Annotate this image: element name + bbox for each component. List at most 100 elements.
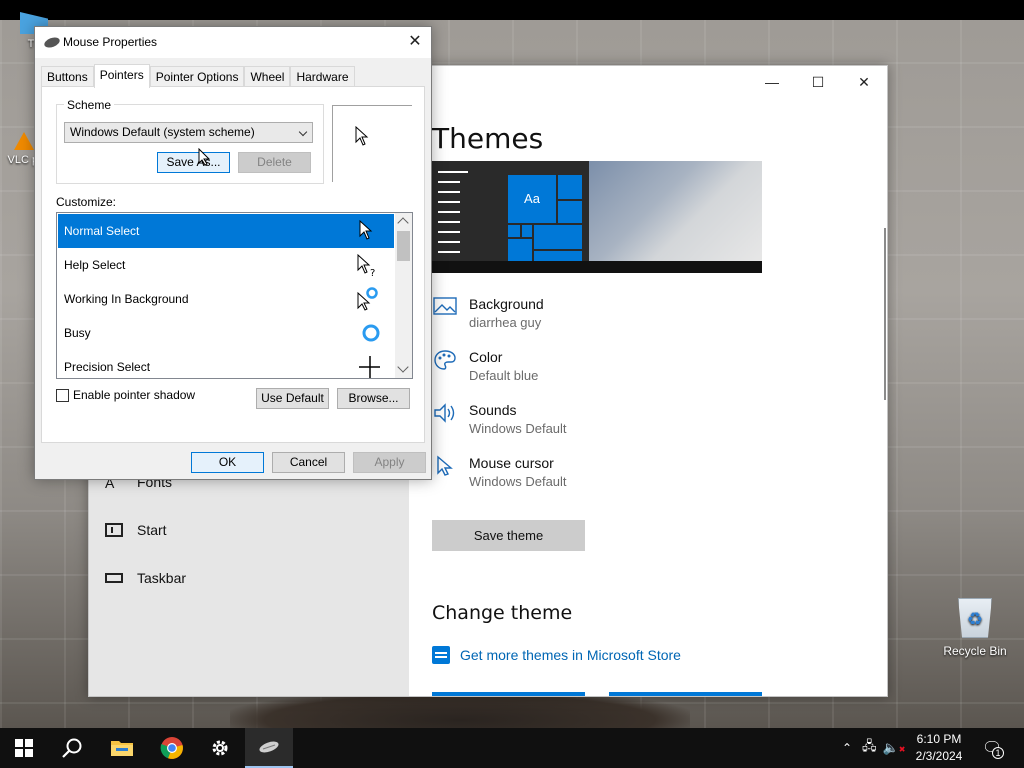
- taskbar-chrome[interactable]: [148, 728, 196, 768]
- file-explorer-icon: [111, 741, 133, 756]
- delete-button[interactable]: Delete: [238, 152, 311, 173]
- taskbar-clock[interactable]: 6:10 PM 2/3/2024: [906, 731, 972, 765]
- taskbar-mouse-properties[interactable]: [245, 728, 293, 768]
- notification-badge: 1: [992, 747, 1004, 759]
- theme-row-mouse-cursor[interactable]: Mouse cursor Windows Default: [432, 455, 567, 492]
- theme-row-color[interactable]: Color Default blue: [432, 349, 538, 386]
- help-cursor-icon: ?: [357, 253, 375, 277]
- mouse-pointer-icon: [198, 148, 210, 166]
- theme-row-background[interactable]: Background diarrhea guy: [432, 296, 544, 333]
- theme-row-title: Color: [469, 349, 503, 365]
- svg-text:?: ?: [370, 268, 375, 277]
- theme-row-value: Windows Default: [469, 474, 567, 489]
- save-as-button[interactable]: Save As...: [157, 152, 230, 173]
- preview-tile-aa: Aa: [508, 175, 556, 223]
- search-button[interactable]: [48, 728, 96, 768]
- sidebar-item-taskbar[interactable]: Taskbar: [105, 570, 186, 586]
- tab-pointer-options[interactable]: Pointer Options: [149, 66, 245, 87]
- dialog-tabs: Buttons Pointers Pointer Options Wheel H…: [41, 64, 355, 88]
- tab-wheel[interactable]: Wheel: [244, 66, 291, 87]
- theme-thumbnail-2[interactable]: [609, 692, 762, 696]
- pointer-list[interactable]: Normal Select Help Select ? Working In B…: [56, 212, 413, 379]
- taskbar-file-explorer[interactable]: [98, 728, 146, 768]
- browse-button[interactable]: Browse...: [337, 388, 410, 409]
- sidebar-item-label: Taskbar: [137, 570, 187, 586]
- list-item-help-select[interactable]: Help Select ?: [58, 248, 394, 282]
- scheme-value: Windows Default (system scheme): [70, 125, 255, 139]
- tab-buttons[interactable]: Buttons: [41, 66, 94, 87]
- taskbar-icon: [105, 573, 123, 583]
- store-link-label: Get more themes in Microsoft Store: [460, 647, 681, 663]
- sidebar-item-start[interactable]: Start: [105, 522, 167, 538]
- pointer-shadow-checkbox[interactable]: Enable pointer shadow: [56, 388, 195, 402]
- ok-button[interactable]: OK: [191, 452, 264, 473]
- list-item-normal-select[interactable]: Normal Select: [58, 214, 394, 248]
- notification-center[interactable]: 🗨1: [982, 728, 1004, 768]
- volume-muted-icon[interactable]: 🔈✖: [883, 740, 906, 756]
- list-item-working-in-background[interactable]: Working In Background: [58, 282, 394, 316]
- busy-cursor-icon: [362, 324, 380, 342]
- theme-row-value: Default blue: [469, 368, 539, 383]
- preview-menu-lines: [438, 171, 468, 261]
- theme-preview: Aa: [432, 161, 762, 273]
- arrow-cursor-icon: [359, 219, 373, 240]
- use-default-button[interactable]: Use Default: [256, 388, 329, 409]
- clock-date: 2/3/2024: [915, 749, 963, 763]
- dialog-title: Mouse Properties: [63, 35, 158, 49]
- dialog-titlebar[interactable]: Mouse Properties ✕: [35, 27, 431, 58]
- mouse-icon: [42, 35, 62, 50]
- list-item-busy[interactable]: Busy: [58, 316, 394, 350]
- cancel-button[interactable]: Cancel: [272, 452, 345, 473]
- store-bag-icon: [432, 646, 450, 664]
- close-button[interactable]: ✕: [841, 66, 887, 98]
- scroll-up-icon[interactable]: [397, 217, 409, 229]
- list-item-precision-select[interactable]: Precision Select: [58, 350, 394, 378]
- preview-background-photo: [589, 161, 762, 261]
- theme-row-title: Background: [469, 296, 544, 312]
- close-icon[interactable]: ✕: [399, 27, 431, 58]
- checkbox-box[interactable]: [56, 388, 69, 402]
- save-theme-button[interactable]: Save theme: [432, 520, 585, 551]
- pointer-preview: [332, 105, 412, 182]
- clock-time: 6:10 PM: [916, 732, 962, 746]
- screen-top-bar: [0, 0, 1024, 20]
- arrow-cursor-icon: [355, 126, 369, 146]
- settings-icon: [212, 740, 228, 756]
- tab-hardware[interactable]: Hardware: [290, 66, 355, 87]
- notification-icon: 🗨1: [982, 738, 1004, 759]
- pointer-label: Precision Select: [64, 360, 151, 374]
- tab-pointers[interactable]: Pointers: [93, 64, 150, 88]
- change-theme-heading: Change theme: [432, 602, 573, 624]
- scroll-down-icon[interactable]: [397, 361, 409, 373]
- chevron-up-icon[interactable]: ⌃: [840, 741, 854, 755]
- theme-row-title: Sounds: [469, 402, 517, 418]
- customize-label: Customize:: [56, 195, 117, 209]
- apply-button[interactable]: Apply: [353, 452, 426, 473]
- scheme-label: Scheme: [64, 98, 115, 112]
- start-icon: [105, 523, 123, 537]
- scrollbar-thumb[interactable]: [397, 231, 410, 261]
- list-scrollbar[interactable]: [395, 213, 412, 378]
- theme-row-value: Windows Default: [469, 421, 567, 436]
- checkbox-label: Enable pointer shadow: [73, 388, 196, 402]
- mouse-icon: [259, 741, 279, 753]
- network-icon[interactable]: 🖧: [862, 737, 877, 759]
- store-link[interactable]: Get more themes in Microsoft Store: [432, 646, 681, 664]
- taskbar-settings[interactable]: [196, 728, 244, 768]
- pointer-label: Working In Background: [64, 292, 189, 306]
- minimize-button[interactable]: —: [749, 66, 795, 98]
- taskbar: ⌃ 🖧 🔈✖ 6:10 PM 2/3/2024 🗨1: [0, 728, 1024, 768]
- start-button[interactable]: [0, 728, 48, 768]
- maximize-button[interactable]: ☐: [795, 66, 841, 98]
- settings-scrollbar[interactable]: [884, 228, 886, 400]
- preview-tiles: Aa: [508, 175, 582, 261]
- theme-row-title: Mouse cursor: [469, 455, 554, 471]
- theme-thumbnail-1[interactable]: [432, 692, 585, 696]
- desktop-icon-recycle-bin[interactable]: Recycle Bin: [938, 598, 1012, 658]
- theme-row-sounds[interactable]: Sounds Windows Default: [432, 402, 567, 439]
- scheme-dropdown[interactable]: Windows Default (system scheme): [64, 122, 313, 143]
- cursor-icon: [432, 455, 458, 479]
- theme-row-value: diarrhea guy: [469, 315, 542, 330]
- sidebar-item-label: Start: [137, 522, 167, 538]
- chevron-down-icon: [298, 127, 308, 137]
